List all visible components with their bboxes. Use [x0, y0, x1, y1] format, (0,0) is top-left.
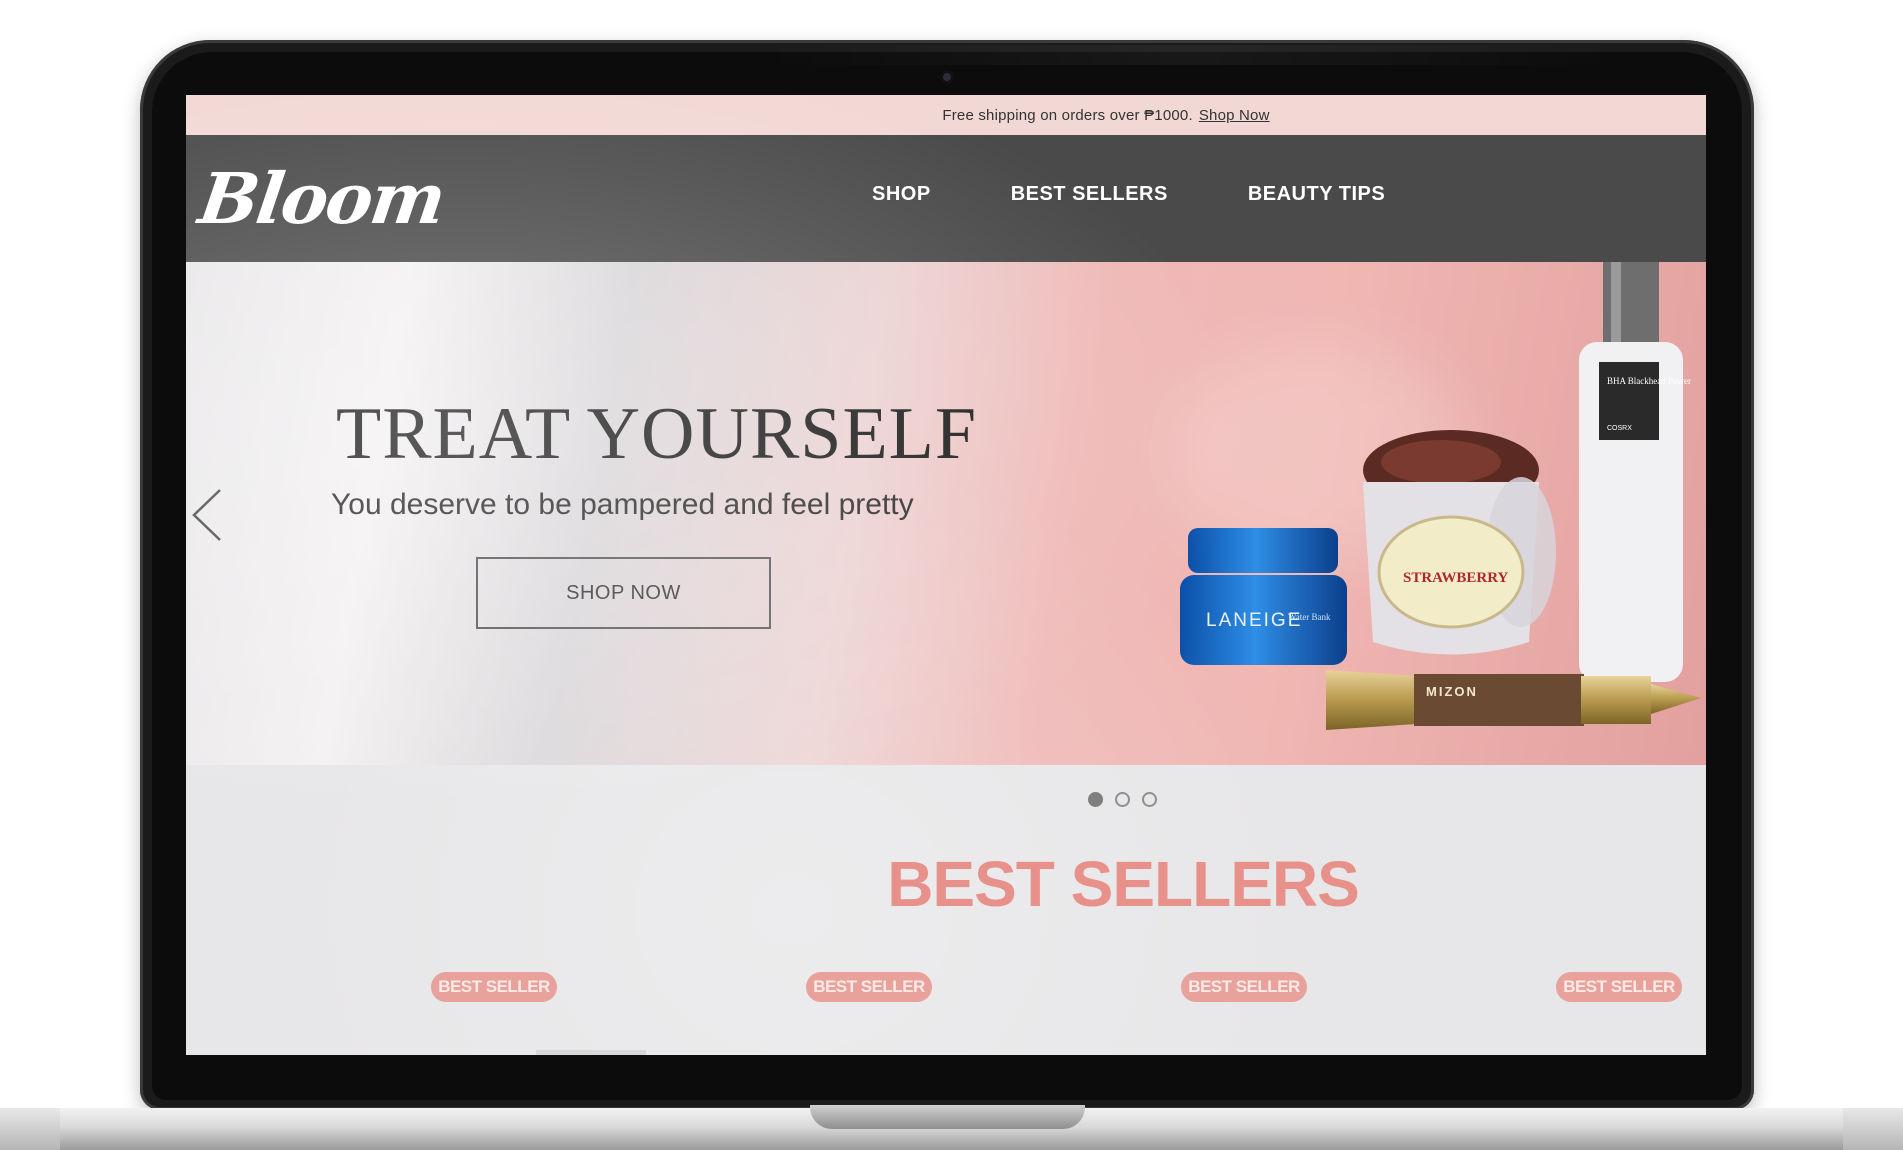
best-seller-badge: BEST SELLER [1181, 972, 1307, 1002]
product-card-peek [536, 1050, 646, 1055]
strawberry-jar-label: STRAWBERRY [1403, 570, 1508, 586]
bha-serum-bottle-image: BHA Blackhead Power Liquid COSRX [1579, 262, 1691, 682]
bottle-label: BHA Blackhead Power Liquid [1607, 376, 1691, 386]
carousel-dot-2[interactable] [1114, 792, 1130, 807]
blue-cream-jar-image: LANEIGE Water Bank [1180, 528, 1347, 665]
carousel-dots [186, 792, 1706, 807]
site-logo[interactable]: Bloom [194, 157, 449, 240]
laptop-base-left [0, 1108, 60, 1150]
main-nav: SHOP BEST SELLERS BEAUTY TIPS [872, 183, 1385, 206]
best-seller-badge: BEST SELLER [806, 972, 932, 1002]
carousel-dot-3[interactable] [1141, 792, 1157, 807]
site-header: Bloom SHOP BEST SELLERS BEAUTY TIPS [186, 135, 1706, 262]
hero-subtitle: You deserve to be pampered and feel pret… [331, 488, 914, 521]
best-seller-badge: BEST SELLER [431, 972, 557, 1002]
website-screen: Free shipping on orders over ₱1000. Shop… [186, 95, 1706, 1055]
carousel-prev-arrow-icon[interactable] [190, 487, 224, 543]
mizon-eye-cream-tube-image: MIZON [1326, 670, 1701, 730]
announcement-bar: Free shipping on orders over ₱1000. Shop… [186, 95, 1706, 135]
announcement-text: Free shipping on orders over ₱1000. [942, 106, 1193, 124]
bottle-brand: COSRX [1607, 425, 1632, 432]
screen-glare [760, 45, 1620, 65]
carousel-dot-1[interactable] [1087, 792, 1103, 807]
laptop-base-right [1843, 1108, 1903, 1150]
hero-carousel: TREAT YOURSELF You deserve to be pampere… [186, 262, 1706, 765]
hero-shop-now-button[interactable]: SHOP NOW [476, 557, 771, 629]
best-sellers-heading: BEST SELLERS [887, 848, 1360, 920]
announcement-shop-now-link[interactable]: Shop Now [1199, 107, 1270, 124]
laptop-notch [810, 1105, 1085, 1129]
tube-label: MIZON [1426, 684, 1478, 699]
nav-item-beauty-tips[interactable]: BEAUTY TIPS [1248, 183, 1385, 206]
blue-jar-sublabel: Water Bank [1288, 612, 1331, 622]
nav-item-shop[interactable]: SHOP [872, 183, 931, 206]
strawberry-jar-image: STRAWBERRY [1363, 430, 1556, 655]
nav-item-best-sellers[interactable]: BEST SELLERS [1011, 183, 1168, 206]
webcam-icon [940, 70, 954, 84]
best-seller-badge: BEST SELLER [1556, 972, 1682, 1002]
hero-title: TREAT YOURSELF [336, 393, 978, 475]
